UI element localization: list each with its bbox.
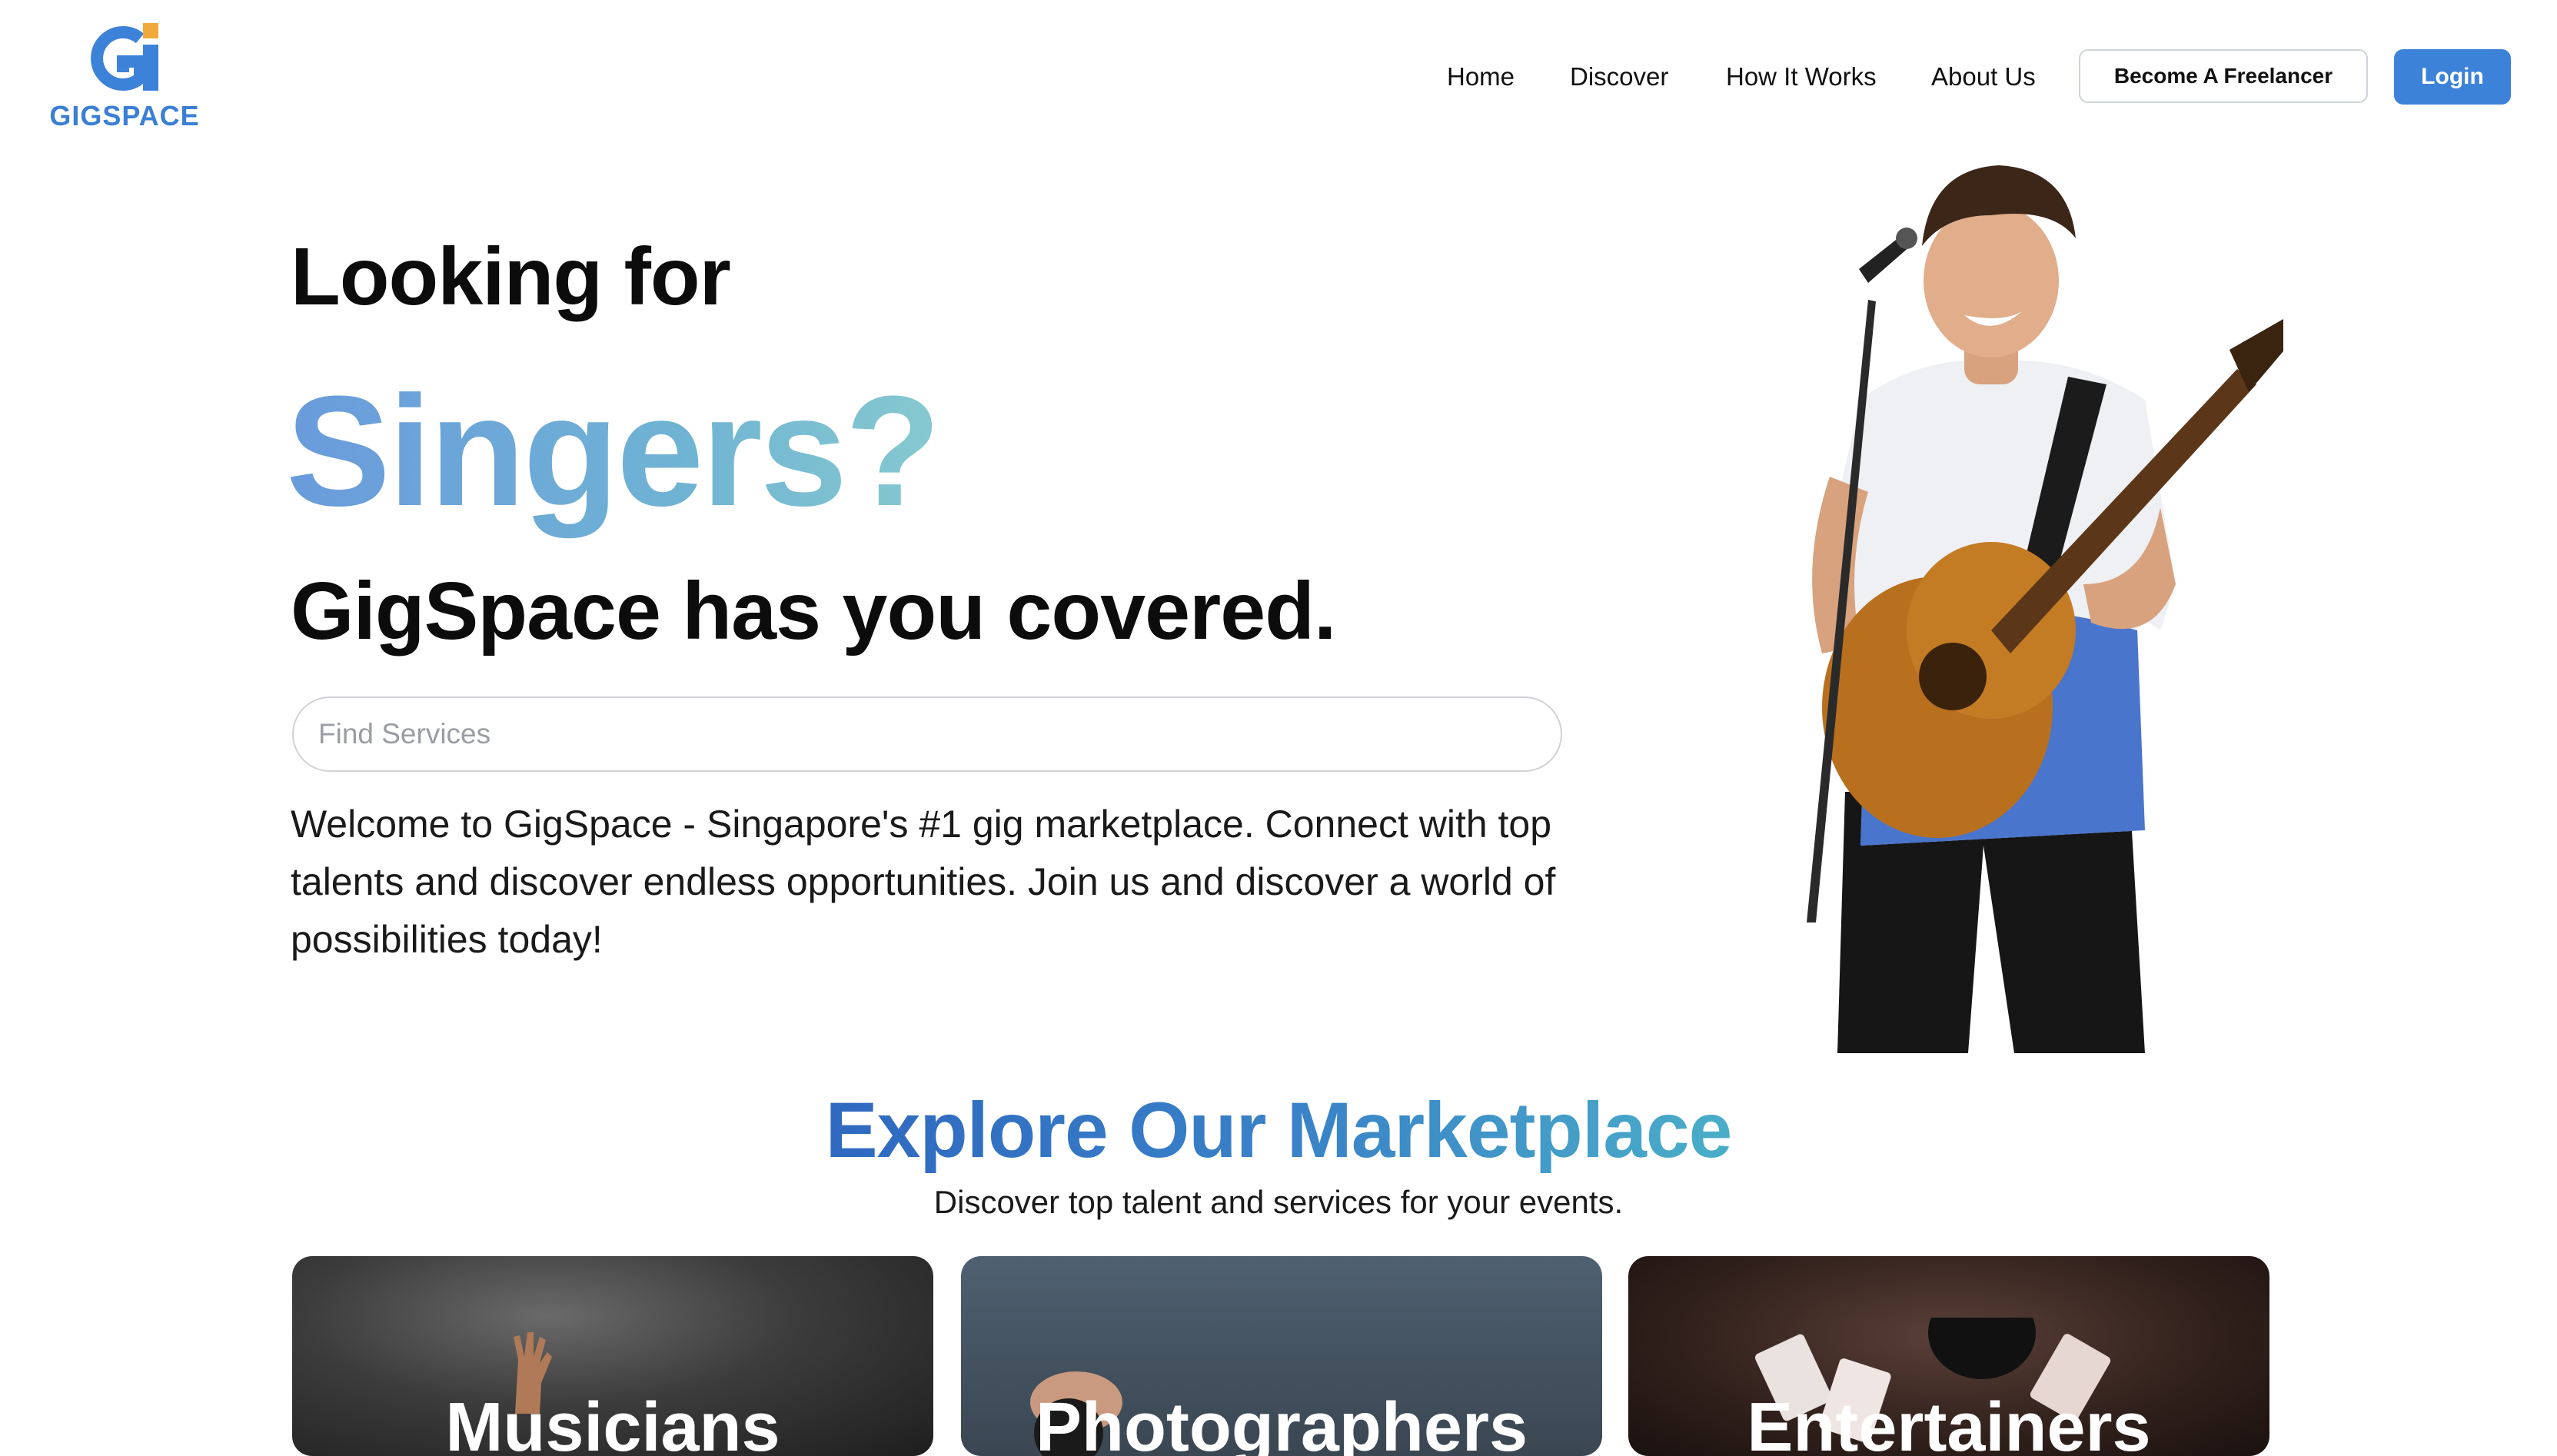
nav-link-about-us[interactable]: About Us [1931, 62, 2036, 91]
hero-heading-looking-for: Looking for [291, 231, 731, 322]
explore-section-title: Explore Our Marketplace [0, 1084, 2557, 1176]
welcome-paragraph: Welcome to GigSpace - Singapore's #1 gig… [291, 803, 1556, 961]
become-freelancer-button[interactable]: Become A Freelancer [2079, 49, 2368, 103]
category-label-photographers: Photographers [1035, 1389, 1528, 1456]
find-services-input[interactable] [292, 696, 1562, 772]
nav-link-discover[interactable]: Discover [1570, 62, 1668, 91]
nav-about-us[interactable]: About Us [1931, 49, 2036, 105]
gigspace-logo-icon [91, 23, 158, 91]
nav-link-how-it-works[interactable]: How It Works [1726, 62, 1877, 91]
gigspace-logo[interactable]: GIGSPACE [48, 23, 201, 135]
category-card-musicians[interactable]: Musicians [292, 1256, 933, 1456]
category-card-photographers[interactable]: Photographers [961, 1256, 1602, 1456]
category-label-entertainers: Entertainers [1747, 1389, 2151, 1456]
nav-discover[interactable]: Discover [1570, 49, 1668, 105]
explore-title-text: Explore Our Marketplace [825, 1086, 1733, 1174]
hero-heading-covered: GigSpace has you covered. [291, 566, 1336, 657]
login-button[interactable]: Login [2394, 49, 2511, 105]
nav-how-it-works[interactable]: How It Works [1726, 49, 1877, 105]
nav-link-home[interactable]: Home [1447, 62, 1515, 91]
logo-wordmark: GIGSPACE [49, 100, 200, 131]
explore-section-subtitle: Discover top talent and services for you… [933, 1184, 1624, 1220]
category-label-musicians: Musicians [445, 1389, 780, 1456]
category-card-entertainers[interactable]: Entertainers [1628, 1256, 2269, 1456]
hero-highlight-text: Singers? [286, 361, 941, 542]
nav-home[interactable]: Home [1447, 49, 1515, 105]
singer-with-guitar-image [1807, 165, 2283, 1053]
